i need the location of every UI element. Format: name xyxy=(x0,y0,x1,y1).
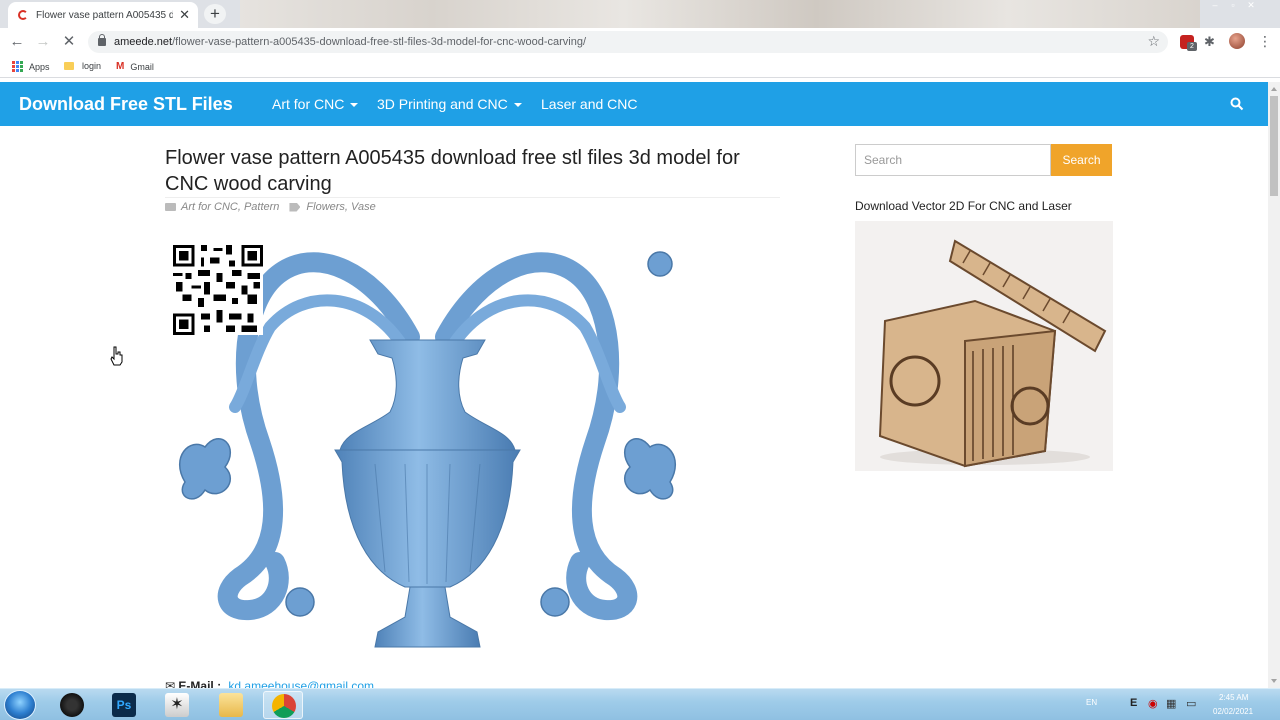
clock-date[interactable]: 02/02/2021 xyxy=(1213,707,1253,716)
windows-taskbar: Ps ✶ EN E ◉ ▦ ▭ 2:45 AM 02/02/2021 xyxy=(0,688,1280,720)
zbrush-taskbar-button[interactable]: ✶ xyxy=(157,691,197,719)
close-window-icon[interactable]: ✕ xyxy=(1244,0,1258,12)
lock-icon xyxy=(98,34,106,46)
post-meta: Art for CNC, Pattern Flowers, Vase xyxy=(165,201,376,213)
page-scrollbar[interactable] xyxy=(1268,82,1280,688)
browser-toolbar: ← → ✕ ameede.net/flower-vase-pattern-a00… xyxy=(0,28,1280,56)
chevron-down-icon xyxy=(350,103,359,108)
gmail-icon: M xyxy=(116,61,125,72)
close-tab-icon[interactable]: ✕ xyxy=(179,7,190,23)
search-input[interactable] xyxy=(855,144,1051,176)
file-explorer-icon xyxy=(219,693,243,717)
menu-label: 3D Printing and CNC xyxy=(377,96,508,112)
menu-3d-printing-and-cnc[interactable]: 3D Printing and CNC xyxy=(377,96,522,112)
title-divider xyxy=(165,197,780,198)
search-icon[interactable] xyxy=(1230,97,1244,111)
menu-laser-and-cnc[interactable]: Laser and CNC xyxy=(541,96,638,112)
laser-cut-box-image[interactable] xyxy=(855,221,1113,471)
tray-antivirus-icon[interactable]: ◉ xyxy=(1148,697,1158,710)
bookmark-login[interactable]: login xyxy=(64,61,101,71)
bookmark-label: Gmail xyxy=(130,61,154,72)
tag-icon xyxy=(289,202,301,212)
site-header: Download Free STL Files Art for CNC 3D P… xyxy=(0,82,1268,126)
minimize-window-icon[interactable]: – xyxy=(1208,0,1222,12)
obs-taskbar-button[interactable] xyxy=(52,691,92,719)
search-button[interactable]: Search xyxy=(1051,144,1112,176)
folder-icon xyxy=(64,62,74,70)
tray-network-icon[interactable]: ▦ xyxy=(1166,697,1176,710)
obs-icon xyxy=(60,693,84,717)
post-tags[interactable]: Flowers, Vase xyxy=(306,201,375,213)
scrollbar-thumb[interactable] xyxy=(1270,96,1278,196)
zbrush-icon: ✶ xyxy=(165,693,189,717)
maximize-window-icon[interactable]: ▫ xyxy=(1226,0,1240,12)
windows-start-icon[interactable] xyxy=(4,690,36,720)
menu-label: Laser and CNC xyxy=(541,96,638,112)
widget-title: Download Vector 2D For CNC and Laser xyxy=(855,199,1072,213)
bookmark-apps[interactable]: Apps xyxy=(12,61,50,72)
bookmark-label: login xyxy=(82,61,102,71)
mouse-cursor-hand-icon xyxy=(110,346,123,366)
file-explorer-taskbar-button[interactable] xyxy=(211,691,251,719)
tray-e-icon[interactable]: E xyxy=(1130,697,1137,709)
browser-tab-active[interactable]: Flower vase pattern A005435 down ✕ xyxy=(8,2,198,28)
new-tab-button[interactable]: + xyxy=(204,4,226,24)
chrome-menu-icon[interactable]: ⋮ xyxy=(1258,33,1272,50)
photoshop-taskbar-button[interactable]: Ps xyxy=(104,691,144,719)
category-folder-icon xyxy=(165,203,176,211)
bookmark-star-icon[interactable]: ☆ xyxy=(1147,33,1160,50)
site-favicon-icon xyxy=(18,10,28,20)
scroll-down-icon[interactable] xyxy=(1271,679,1277,683)
menu-label: Art for CNC xyxy=(272,96,345,112)
chrome-icon xyxy=(272,694,296,718)
stop-loading-icon[interactable]: ✕ xyxy=(59,33,79,51)
chrome-taskbar-button[interactable] xyxy=(263,691,303,719)
address-bar[interactable]: ameede.net/flower-vase-pattern-a005435-d… xyxy=(88,31,1168,53)
tab-strip-background xyxy=(240,0,1200,28)
chevron-down-icon xyxy=(513,103,522,108)
scroll-up-icon[interactable] xyxy=(1271,87,1277,91)
bookmark-gmail[interactable]: M Gmail xyxy=(116,61,154,72)
forward-arrow-icon[interactable]: → xyxy=(33,33,53,51)
url-domain: ameede.net xyxy=(114,36,173,48)
post-title: Flower vase pattern A005435 download fre… xyxy=(165,147,740,195)
extensions-puzzle-icon[interactable]: ✱ xyxy=(1204,34,1215,50)
url-path: /flower-vase-pattern-a005435-download-fr… xyxy=(172,36,587,48)
url-text[interactable]: ameede.net/flower-vase-pattern-a005435-d… xyxy=(114,36,586,48)
menu-art-for-cnc[interactable]: Art for CNC xyxy=(272,96,359,112)
apps-grid-icon xyxy=(12,61,23,72)
browser-tab-strip: Flower vase pattern A005435 down ✕ + – ▫… xyxy=(0,0,1280,28)
tab-title: Flower vase pattern A005435 down xyxy=(36,9,174,21)
tray-volume-icon[interactable]: ▭ xyxy=(1186,697,1196,710)
post-categories[interactable]: Art for CNC, Pattern xyxy=(181,201,279,213)
profile-avatar[interactable] xyxy=(1229,33,1245,49)
photoshop-icon: Ps xyxy=(112,693,136,717)
back-arrow-icon[interactable]: ← xyxy=(7,33,27,51)
site-brand-link[interactable]: Download Free STL Files xyxy=(19,94,233,115)
extension-shield-icon[interactable]: 2 xyxy=(1180,35,1197,51)
qr-code-image xyxy=(173,245,263,335)
language-indicator[interactable]: EN xyxy=(1086,698,1097,707)
bookmarks-bar: Apps login M Gmail xyxy=(0,56,1280,78)
clock-time[interactable]: 2:45 AM xyxy=(1219,693,1248,702)
bookmark-label: Apps xyxy=(29,61,50,72)
extension-badge: 2 xyxy=(1187,42,1197,51)
